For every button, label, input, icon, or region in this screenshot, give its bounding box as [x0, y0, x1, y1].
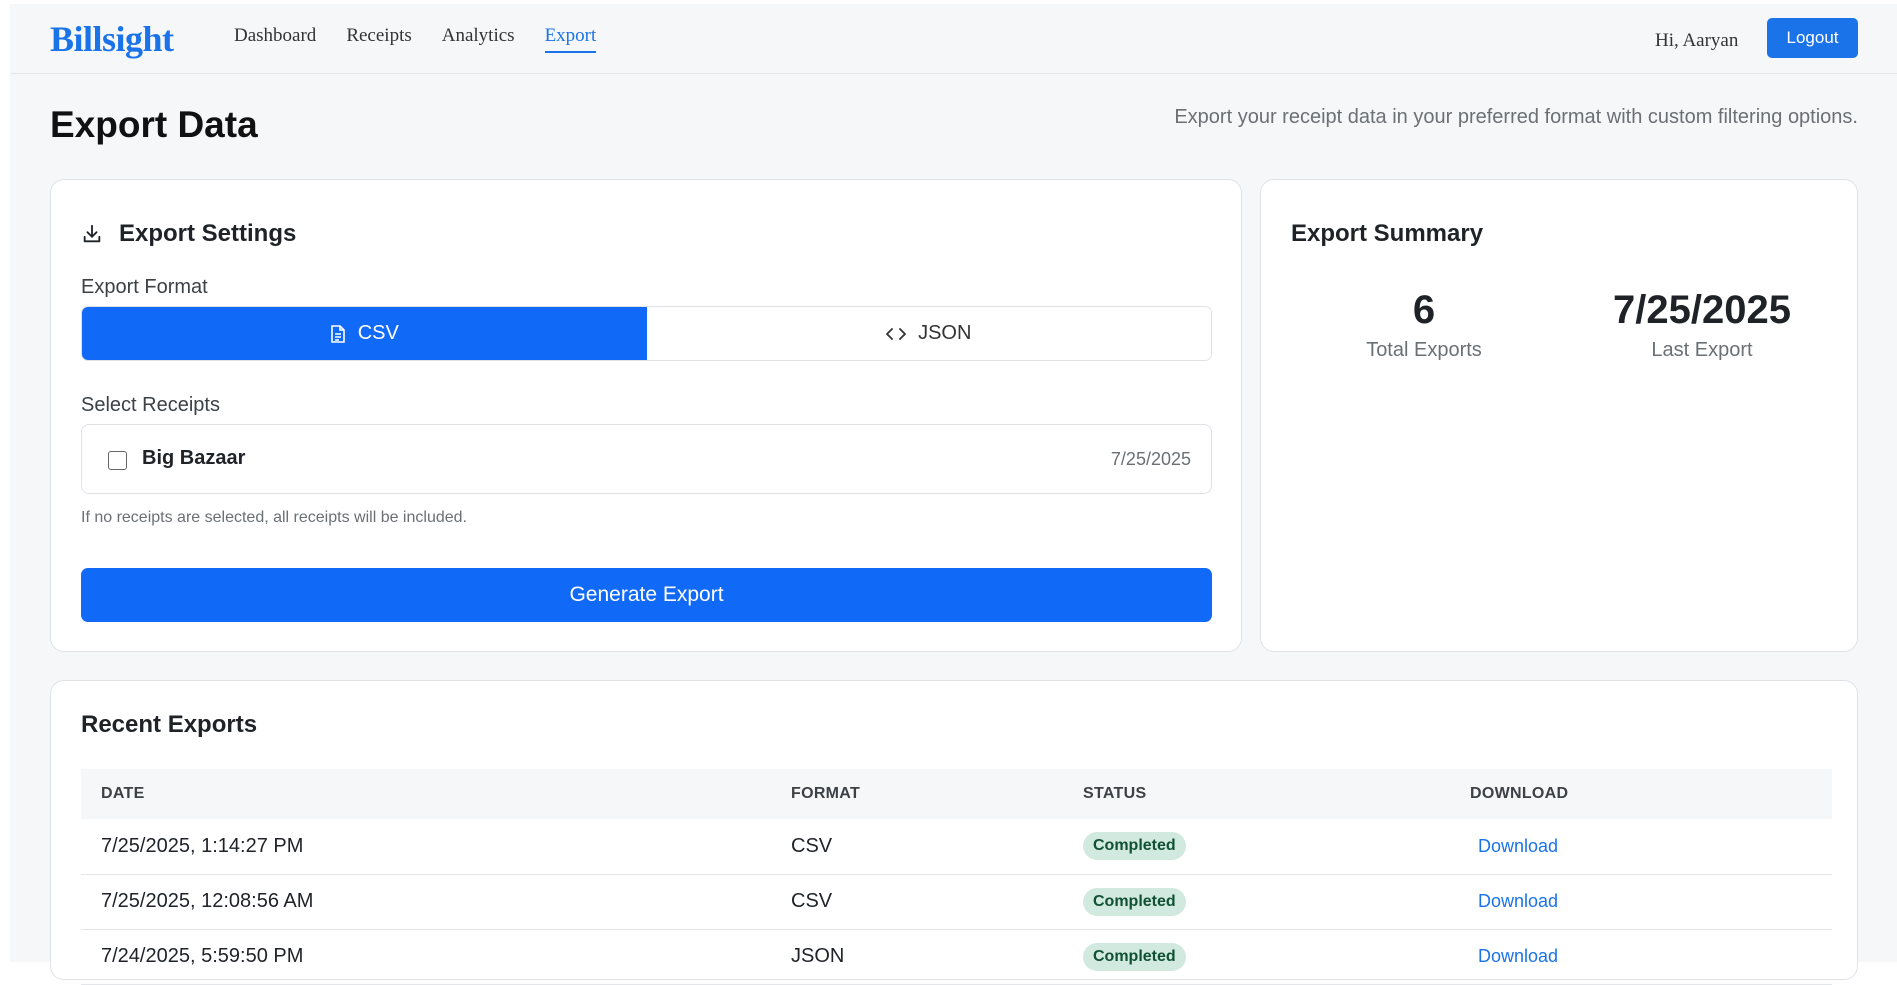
nav-analytics[interactable]: Analytics [442, 25, 515, 53]
receipt-checkbox[interactable] [108, 451, 127, 470]
selection-note: If no receipts are selected, all receipt… [81, 509, 467, 526]
page: Billsight Dashboard Receipts Analytics E… [10, 4, 1897, 985]
export-date: 7/24/2025, 5:59:50 PM [81, 929, 771, 985]
format-toggle: CSV JSON [81, 306, 1212, 361]
status-badge: Completed [1083, 832, 1186, 861]
format-json-label: JSON [918, 322, 972, 344]
status-badge: Completed [1083, 887, 1186, 916]
user-greeting: Hi, Aaryan [1655, 30, 1739, 51]
status-badge: Completed [1083, 942, 1186, 971]
column-header-download: DOWNLOAD [1450, 769, 1832, 819]
total-exports-stat: 6 Total Exports [1299, 288, 1549, 362]
last-export-label: Last Export [1651, 339, 1753, 361]
last-export-value: 7/25/2025 [1613, 288, 1791, 332]
brand-logo[interactable]: Billsight [50, 18, 174, 60]
table-row: 7/25/2025, 12:08:56 AM CSV Completed Dow… [81, 874, 1832, 930]
column-header-format: FORMAT [771, 769, 1063, 819]
logout-button[interactable]: Logout [1767, 18, 1858, 58]
export-format: CSV [771, 819, 1063, 875]
nav-export[interactable]: Export [544, 25, 597, 53]
top-navbar: Billsight Dashboard Receipts Analytics E… [10, 4, 1897, 74]
download-link[interactable]: Download [1470, 891, 1558, 911]
download-link[interactable]: Download [1470, 836, 1558, 856]
page-title: Export Data [50, 104, 258, 145]
export-format-label: Export Format [81, 276, 208, 298]
table-row: 7/25/2025, 1:14:27 PM CSV Completed Down… [81, 819, 1832, 875]
format-csv-option[interactable]: CSV [82, 307, 647, 360]
nav-receipts[interactable]: Receipts [346, 25, 411, 53]
receipt-name: Big Bazaar [142, 447, 246, 469]
download-icon [83, 224, 101, 243]
format-json-option[interactable]: JSON [646, 307, 1211, 360]
total-exports-value: 6 [1412, 288, 1436, 332]
page-subtitle: Export your receipt data in your preferr… [1174, 106, 1858, 128]
generate-export-button[interactable]: Generate Export [81, 568, 1212, 622]
total-exports-label: Total Exports [1366, 339, 1482, 361]
receipt-list-item[interactable]: Big Bazaar 7/25/2025 [81, 424, 1212, 494]
receipt-date: 7/25/2025 [1110, 449, 1191, 469]
column-header-date: DATE [81, 769, 771, 819]
file-icon [330, 324, 345, 343]
export-format: CSV [771, 874, 1063, 930]
code-icon [886, 327, 906, 340]
export-settings-card: Export Settings Export Format CSV JSON S… [50, 179, 1242, 652]
recent-exports-heading: Recent Exports [81, 711, 258, 738]
last-export-stat: 7/25/2025 Last Export [1577, 288, 1827, 362]
format-csv-label: CSV [357, 322, 399, 344]
table-header-row: DATE FORMAT STATUS DOWNLOAD [81, 769, 1832, 819]
export-format: JSON [771, 929, 1063, 985]
select-receipts-label: Select Receipts [81, 394, 220, 416]
export-settings-heading: Export Settings [119, 220, 297, 247]
table-row: 7/24/2025, 5:59:50 PM JSON Completed Dow… [81, 929, 1832, 985]
export-date: 7/25/2025, 1:14:27 PM [81, 819, 771, 875]
column-header-status: STATUS [1063, 769, 1450, 819]
main-nav: Dashboard Receipts Analytics Export [234, 25, 597, 53]
export-summary-card: Export Summary 6 Total Exports 7/25/2025… [1260, 179, 1858, 652]
export-date: 7/25/2025, 12:08:56 AM [81, 874, 771, 930]
nav-dashboard[interactable]: Dashboard [234, 25, 316, 53]
recent-exports-table: DATE FORMAT STATUS DOWNLOAD 7/25/2025, 1… [81, 769, 1832, 985]
export-summary-heading: Export Summary [1291, 220, 1484, 247]
download-link[interactable]: Download [1470, 946, 1558, 966]
recent-exports-card: Recent Exports DATE FORMAT STATUS DOWNLO… [50, 680, 1858, 985]
